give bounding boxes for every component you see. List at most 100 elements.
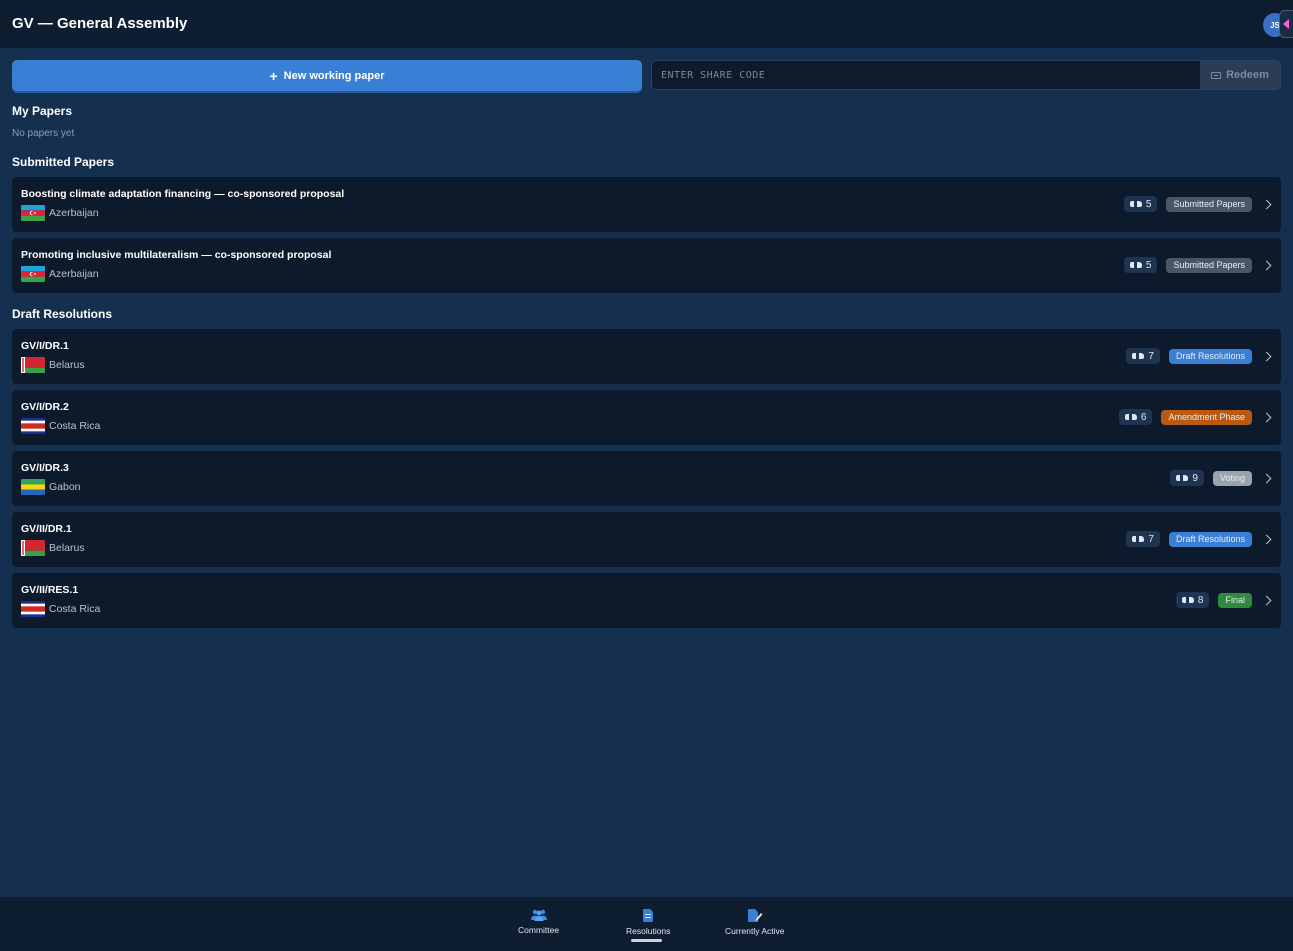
paper-card[interactable]: GV/II/DR.1 Belarus 7 Draft Resolutions bbox=[12, 512, 1281, 567]
document-icon bbox=[643, 909, 654, 922]
country-flag-icon bbox=[21, 540, 45, 556]
paper-country: Costa Rica bbox=[21, 418, 100, 434]
redeem-label: Redeem bbox=[1226, 69, 1269, 81]
sponsor-count-badge: 7 bbox=[1126, 531, 1160, 547]
nav-item-label: Resolutions bbox=[626, 926, 671, 936]
new-working-paper-label: New working paper bbox=[283, 69, 385, 82]
paper-title: GV/II/DR.1 bbox=[21, 523, 72, 535]
handshake-icon bbox=[1129, 200, 1142, 208]
country-name: Belarus bbox=[49, 359, 85, 371]
handshake-icon bbox=[1129, 261, 1142, 269]
people-icon bbox=[530, 909, 547, 921]
handshake-icon bbox=[1181, 596, 1194, 604]
chevron-right-icon bbox=[1261, 534, 1272, 544]
redeem-button[interactable]: Redeem bbox=[1200, 61, 1280, 89]
sponsor-count-badge: 9 bbox=[1170, 470, 1204, 486]
paper-meta: 9 Voting bbox=[1170, 469, 1272, 487]
new-working-paper-button[interactable]: + New working paper bbox=[12, 60, 642, 91]
top-bar: GV — General Assembly JS bbox=[0, 0, 1293, 48]
ticket-icon bbox=[1211, 71, 1222, 79]
paper-meta: 5 Submitted Papers bbox=[1123, 195, 1272, 213]
sponsor-count: 7 bbox=[1148, 350, 1154, 362]
paper-meta: 7 Draft Resolutions bbox=[1126, 530, 1272, 548]
country-name: Azerbaijan bbox=[49, 207, 99, 219]
share-code-input[interactable] bbox=[652, 61, 1201, 89]
side-panel-toggle[interactable] bbox=[1279, 10, 1293, 38]
paper-card[interactable]: GV/I/DR.2 Costa Rica 6 Amendment Phase bbox=[12, 390, 1281, 445]
handshake-icon bbox=[1132, 352, 1145, 360]
chevron-right-icon bbox=[1261, 199, 1272, 209]
chevron-left-icon bbox=[1283, 19, 1289, 29]
paper-country: Gabon bbox=[21, 479, 81, 495]
nav-item-resolutions[interactable]: Resolutions bbox=[626, 909, 670, 936]
paper-country: Azerbaijan bbox=[21, 205, 99, 221]
sponsor-count-badge: 6 bbox=[1118, 409, 1153, 425]
status-badge: Draft Resolutions bbox=[1168, 348, 1252, 364]
sponsor-count: 5 bbox=[1145, 198, 1152, 210]
country-name: Azerbaijan bbox=[49, 268, 99, 280]
sponsor-count: 7 bbox=[1148, 533, 1154, 545]
chevron-right-icon bbox=[1261, 260, 1272, 270]
paper-country: Azerbaijan bbox=[21, 266, 99, 282]
paper-card[interactable]: Boosting climate adaptation financing — … bbox=[12, 177, 1281, 232]
paper-title: GV/I/DR.3 bbox=[21, 462, 69, 474]
nav-item-currently-active[interactable]: Currently Active bbox=[725, 909, 785, 936]
sponsor-count: 8 bbox=[1197, 594, 1204, 606]
handshake-icon bbox=[1132, 535, 1145, 543]
paper-meta: 8 Final bbox=[1175, 591, 1272, 609]
share-code-group: Redeem bbox=[651, 60, 1281, 90]
paper-title: GV/I/DR.1 bbox=[21, 340, 69, 352]
plus-icon: + bbox=[269, 67, 278, 84]
sponsor-count: 5 bbox=[1145, 259, 1152, 271]
country-flag-icon bbox=[21, 479, 45, 495]
country-name: Belarus bbox=[49, 542, 85, 554]
country-flag-icon bbox=[21, 418, 45, 434]
handshake-icon bbox=[1124, 413, 1137, 421]
page-title: GV — General Assembly bbox=[12, 15, 188, 32]
paper-meta: 6 Amendment Phase bbox=[1118, 408, 1272, 426]
paper-title: GV/II/RES.1 bbox=[21, 584, 79, 596]
country-name: Costa Rica bbox=[49, 420, 101, 432]
paper-country: Belarus bbox=[21, 540, 85, 556]
sponsor-count-badge: 5 bbox=[1123, 196, 1158, 212]
paper-card[interactable]: Promoting inclusive multilateralism — co… bbox=[12, 238, 1281, 293]
paper-country: Belarus bbox=[21, 357, 85, 373]
nav-item-committee[interactable]: Committee bbox=[518, 909, 559, 935]
chevron-right-icon bbox=[1261, 351, 1272, 361]
paper-title: Promoting inclusive multilateralism — co… bbox=[21, 249, 332, 261]
chevron-right-icon bbox=[1261, 595, 1272, 605]
status-badge: Voting bbox=[1212, 470, 1252, 486]
paper-meta: 5 Submitted Papers bbox=[1123, 256, 1272, 274]
section-title-submitted-papers: Submitted Papers bbox=[12, 155, 115, 169]
bottom-nav: Committee Resolutions Currently Active bbox=[0, 897, 1293, 951]
paper-card[interactable]: GV/I/DR.3 Gabon 9 Voting bbox=[12, 451, 1281, 506]
country-flag-icon bbox=[21, 205, 45, 221]
active-nav-indicator bbox=[631, 939, 662, 942]
chevron-right-icon bbox=[1261, 412, 1272, 422]
status-badge: Final bbox=[1218, 592, 1252, 608]
country-flag-icon bbox=[21, 357, 45, 373]
nav-item-label: Currently Active bbox=[725, 926, 785, 936]
sponsor-count-badge: 8 bbox=[1175, 592, 1210, 608]
sponsor-count: 6 bbox=[1140, 411, 1147, 423]
paper-country: Costa Rica bbox=[21, 601, 100, 617]
paper-card[interactable]: GV/I/DR.1 Belarus 7 Draft Resolutions bbox=[12, 329, 1281, 384]
country-name: Costa Rica bbox=[49, 603, 101, 615]
status-badge: Draft Resolutions bbox=[1168, 531, 1252, 547]
paper-title: GV/I/DR.2 bbox=[21, 401, 69, 413]
country-flag-icon bbox=[21, 601, 45, 617]
sponsor-count-badge: 7 bbox=[1126, 348, 1160, 364]
status-badge: Submitted Papers bbox=[1166, 257, 1252, 273]
status-badge: Submitted Papers bbox=[1166, 196, 1252, 212]
paper-meta: 7 Draft Resolutions bbox=[1126, 347, 1272, 365]
empty-state-text: No papers yet bbox=[12, 128, 75, 139]
paper-card[interactable]: GV/II/RES.1 Costa Rica 8 Final bbox=[12, 573, 1281, 628]
sponsor-count: 9 bbox=[1192, 472, 1198, 484]
section-title-my-papers: My Papers bbox=[12, 104, 73, 118]
country-name: Gabon bbox=[49, 481, 81, 493]
status-badge: Amendment Phase bbox=[1161, 409, 1252, 425]
edit-document-icon bbox=[747, 909, 763, 922]
chevron-right-icon bbox=[1261, 473, 1272, 483]
handshake-icon bbox=[1176, 474, 1189, 482]
section-title-draft-resolutions: Draft Resolutions bbox=[12, 307, 113, 321]
